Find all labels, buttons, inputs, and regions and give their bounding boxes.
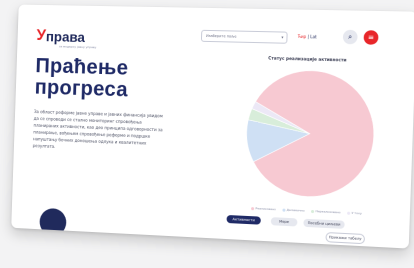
chart-title: Статус реализације активности bbox=[246, 55, 369, 63]
show-table-button[interactable]: Прикажи табелу bbox=[325, 232, 365, 244]
chart-legend: Реализовано Делимично Нереализовано У току bbox=[235, 205, 378, 216]
lang-latin[interactable]: Lat bbox=[310, 34, 317, 39]
screenshot-stage: У права за модерну јавну управу Изаберит… bbox=[0, 0, 414, 268]
page-title: Праћење прогреса bbox=[34, 56, 180, 104]
legend-item: Делимично bbox=[282, 208, 305, 213]
web-page: У права за модерну јавну управу Изаберит… bbox=[11, 5, 414, 249]
language-switch[interactable]: Ћир | Lat bbox=[298, 34, 317, 39]
progress-pie-chart bbox=[231, 63, 390, 207]
legend-item: Реализовано bbox=[251, 206, 276, 211]
search-icon: ⌕ bbox=[348, 32, 352, 41]
measures-button[interactable]: Мере bbox=[271, 217, 298, 226]
logo-tagline: за модерну јавну управу bbox=[59, 44, 97, 49]
legend-swatch bbox=[347, 211, 350, 214]
logo-word: права bbox=[46, 28, 86, 45]
legend-swatch bbox=[311, 209, 314, 212]
menu-icon: ≡ bbox=[368, 33, 374, 41]
search-select-text: Изаберите поље bbox=[206, 34, 237, 39]
specific-goals-button[interactable]: Посебни циљеви bbox=[303, 219, 344, 229]
search-button[interactable]: ⌕ bbox=[343, 30, 358, 45]
legend-item: Нереализовано bbox=[311, 209, 341, 214]
legend-swatch bbox=[282, 208, 285, 211]
lang-separator: | bbox=[307, 34, 309, 39]
legend-label: У току bbox=[351, 211, 361, 216]
activities-button[interactable]: Активности bbox=[226, 215, 260, 225]
site-logo[interactable]: У права за модерну јавну управу bbox=[36, 28, 85, 45]
legend-label: Делимично bbox=[286, 208, 304, 213]
decorative-circle-navy bbox=[39, 208, 66, 237]
legend-item: У току bbox=[347, 211, 362, 216]
legend-label: Реализовано bbox=[255, 206, 276, 211]
legend-swatch bbox=[251, 207, 254, 210]
search-select[interactable]: Изаберите поље bbox=[201, 30, 288, 44]
logo-mark: У bbox=[36, 28, 46, 44]
legend-label: Нереализовано bbox=[315, 209, 340, 214]
lang-cyrillic[interactable]: Ћир bbox=[298, 34, 307, 39]
decorative-dot-red bbox=[115, 243, 121, 248]
page-description: За област реформе јавне управе и јавних … bbox=[33, 108, 169, 154]
menu-button[interactable]: ≡ bbox=[363, 30, 378, 45]
